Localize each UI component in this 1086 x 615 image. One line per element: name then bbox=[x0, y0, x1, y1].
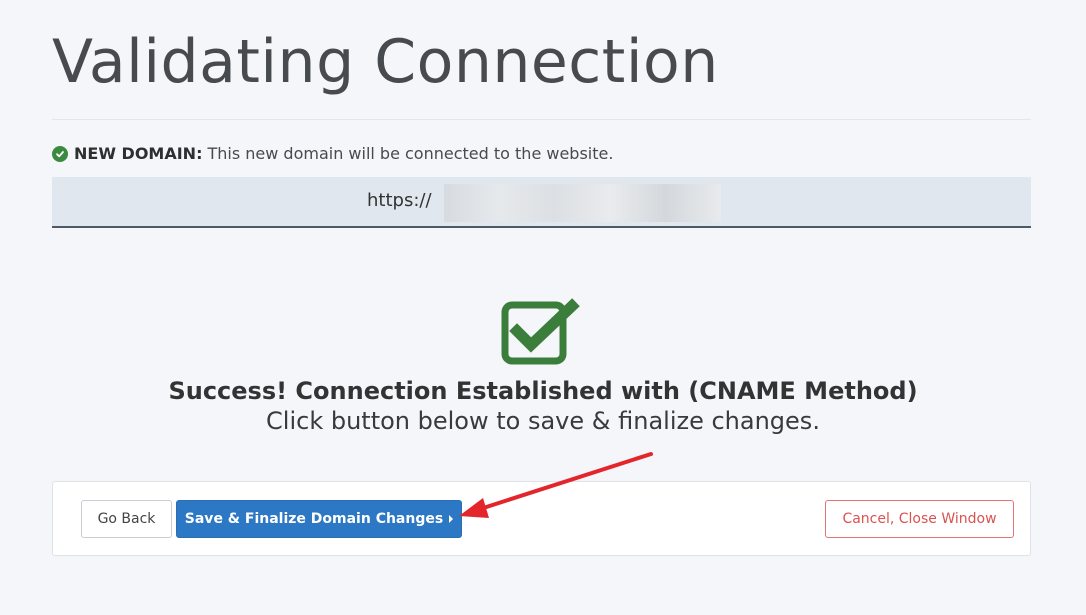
redacted-domain bbox=[444, 184, 721, 222]
check-circle-icon bbox=[52, 146, 68, 162]
domain-url-field: https:// bbox=[52, 177, 1031, 228]
save-finalize-button[interactable]: Save & Finalize Domain Changes bbox=[176, 500, 462, 538]
cancel-close-label: Cancel, Close Window bbox=[842, 511, 997, 527]
cancel-close-button[interactable]: Cancel, Close Window bbox=[825, 500, 1014, 538]
url-prefix: https:// bbox=[367, 190, 432, 211]
go-back-label: Go Back bbox=[97, 511, 156, 527]
action-panel: Go Back Save & Finalize Domain Changes C… bbox=[52, 481, 1031, 556]
notice-label: NEW DOMAIN: bbox=[74, 144, 203, 163]
success-subline: Click button below to save & finalize ch… bbox=[266, 407, 820, 435]
go-back-button[interactable]: Go Back bbox=[81, 500, 172, 538]
caret-right-icon bbox=[449, 515, 454, 523]
new-domain-notice: NEW DOMAIN: This new domain will be conn… bbox=[52, 144, 613, 164]
save-finalize-label: Save & Finalize Domain Changes bbox=[184, 511, 444, 527]
notice-text: This new domain will be connected to the… bbox=[207, 144, 614, 163]
title-divider bbox=[52, 119, 1031, 120]
check-square-icon bbox=[501, 298, 580, 365]
page: Validating Connection NEW DOMAIN: This n… bbox=[0, 0, 1086, 615]
page-title: Validating Connection bbox=[52, 27, 719, 97]
success-headline: Success! Connection Established with (CN… bbox=[168, 377, 918, 405]
